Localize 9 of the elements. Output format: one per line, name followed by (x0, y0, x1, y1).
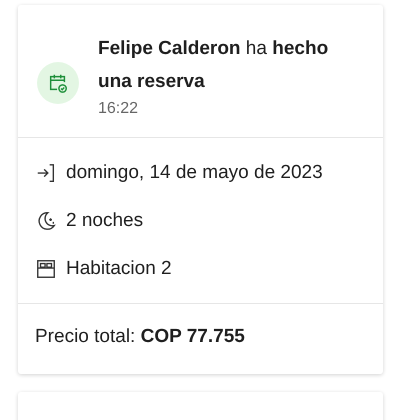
notification-message: Felipe Calderon ha hecho una reserva (98, 37, 330, 94)
calendar-check-icon (37, 62, 79, 104)
total-price: Precio total: COP 77.755 (34, 325, 246, 349)
detail-text: domingo, 14 de mayo de 2023 (66, 162, 323, 184)
notification-time: 16:22 (98, 100, 140, 118)
detail-text: Habitacion 2 (66, 258, 172, 280)
detail-text: 2 noches (66, 210, 144, 232)
bed-icon (35, 258, 57, 280)
sign-in-icon (35, 162, 57, 184)
